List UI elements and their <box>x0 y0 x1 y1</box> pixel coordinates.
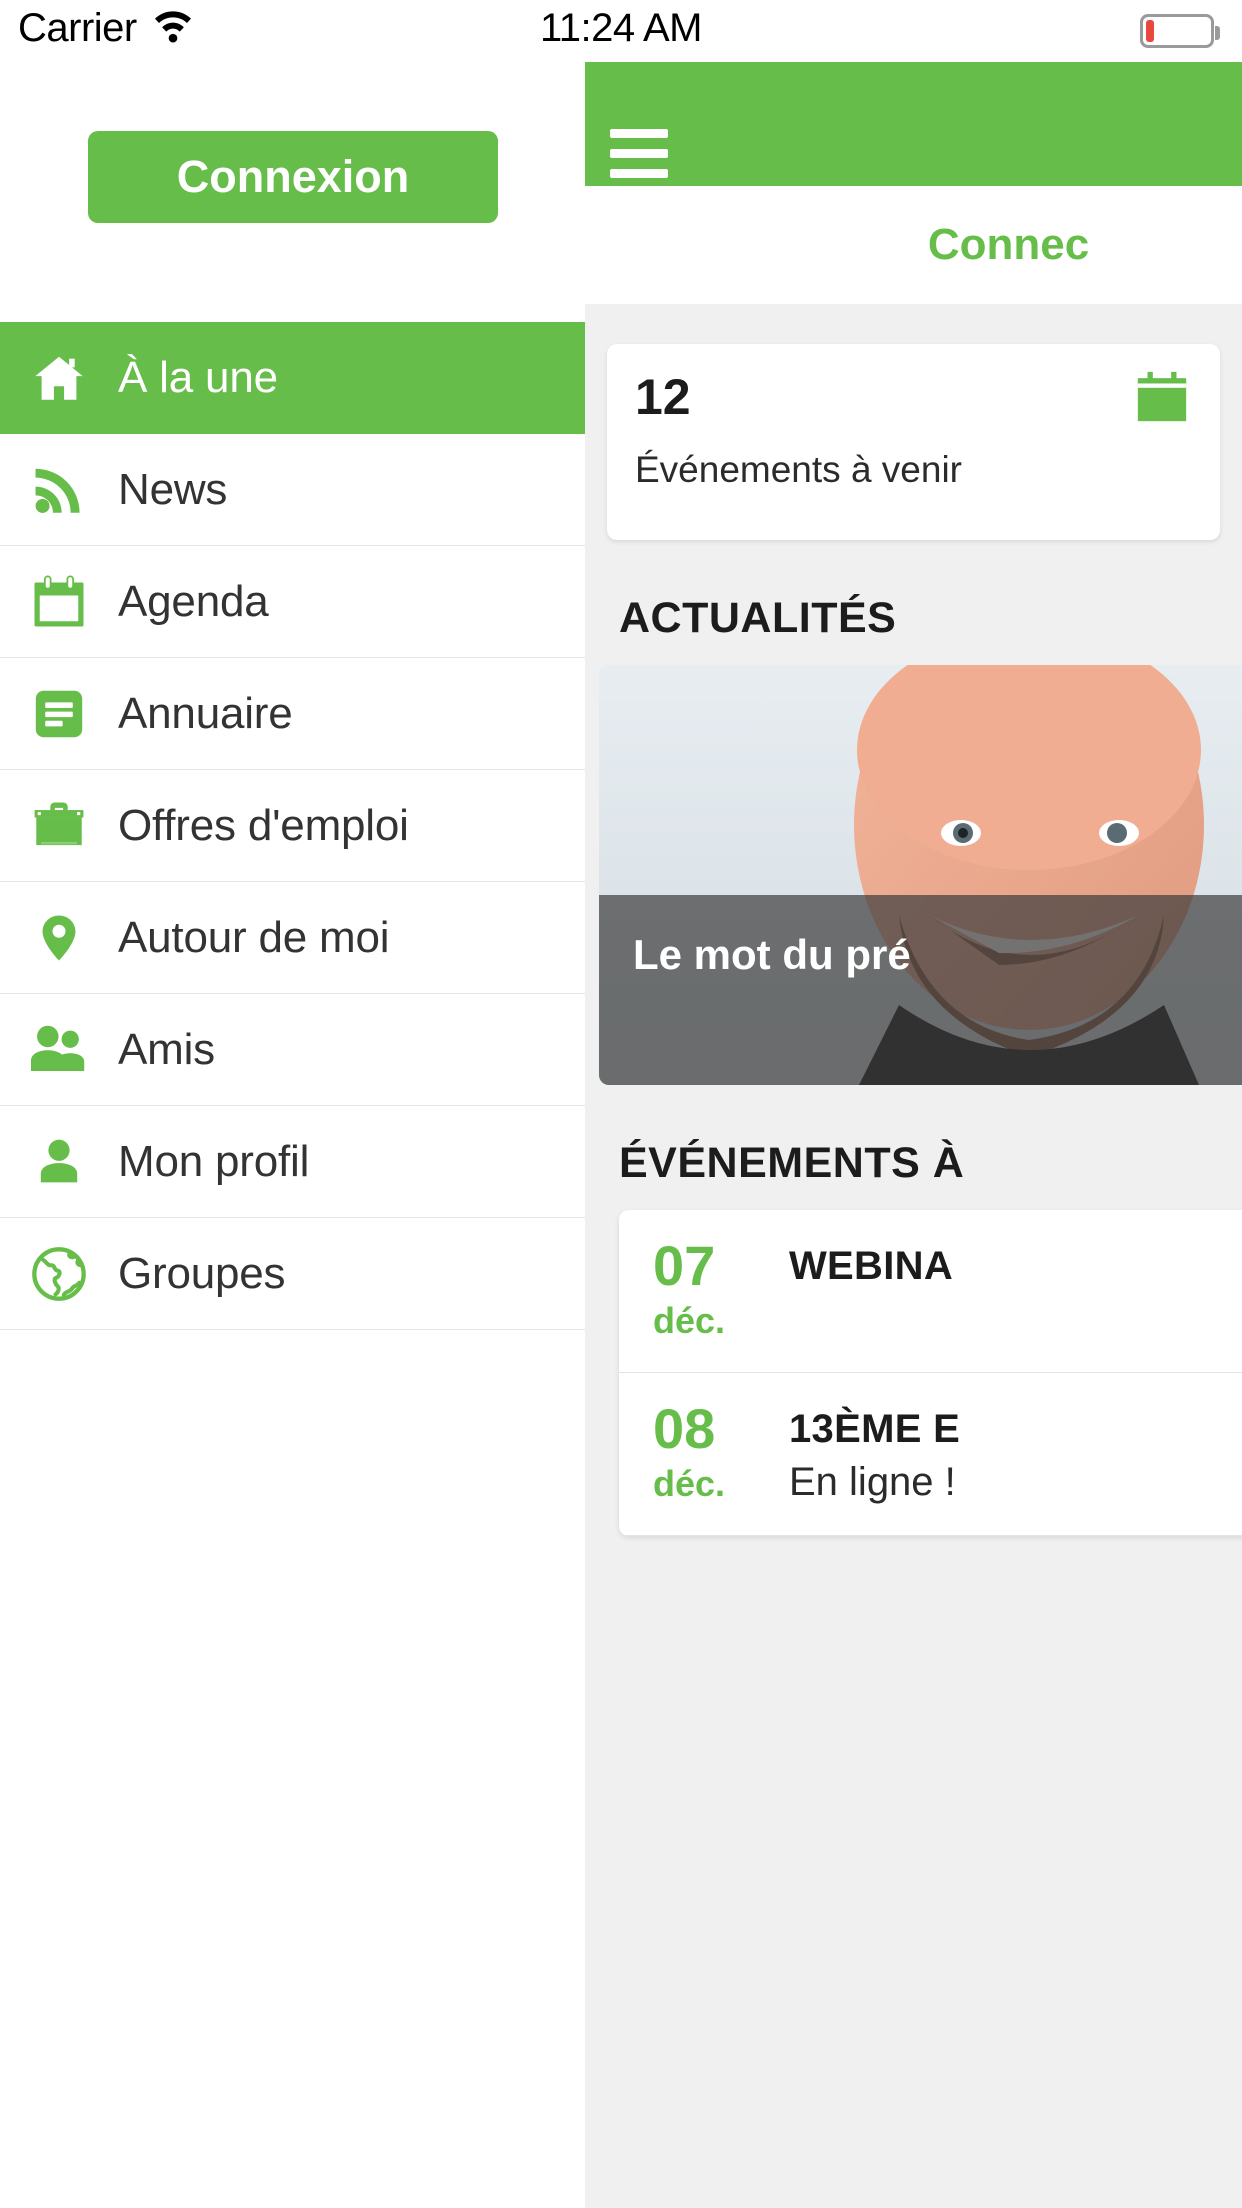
app-screen: Connec 12 Événements à venir ACTUALITÉS <box>0 0 1242 2208</box>
status-bar: Carrier 11:24 AM <box>0 0 1242 62</box>
header-login-bar: Connec <box>585 186 1242 304</box>
event-info: WEBINA <box>789 1238 953 1289</box>
sidebar-menu: À la une News Agenda Annuaire Offres d'e… <box>0 322 585 1330</box>
upcoming-events-stat-card[interactable]: 12 Événements à venir <box>607 344 1220 540</box>
event-name: WEBINA <box>789 1244 954 1288</box>
globe-icon <box>0 1245 118 1303</box>
sidebar-item-label: Annuaire <box>118 688 293 738</box>
sidebar-drawer: Connexion À la une News Agenda Annuaire … <box>0 62 585 2208</box>
stat-label: Événements à venir <box>635 449 963 490</box>
drawer-header: Connexion <box>0 62 585 322</box>
sidebar-item-label: Groupes <box>118 1248 286 1298</box>
sidebar-item-label: Offres d'emploi <box>118 800 409 850</box>
battery-low-icon <box>1140 14 1220 48</box>
briefcase-icon <box>0 797 118 855</box>
event-day: 08 <box>653 1397 716 1460</box>
person-icon <box>0 1134 118 1190</box>
event-subtitle: En ligne ! <box>789 1460 956 1504</box>
clock-label: 11:24 AM <box>539 6 703 50</box>
event-info: 13ÈME E En ligne ! <box>789 1401 960 1505</box>
sidebar-item-autour-de-moi[interactable]: Autour de moi <box>0 882 585 994</box>
news-overlay: Le mot du pré <box>599 895 1242 1085</box>
rss-icon <box>0 461 118 519</box>
map-pin-icon <box>0 907 118 969</box>
list-item[interactable]: 07 déc. WEBINA <box>619 1210 1242 1373</box>
sidebar-item-annuaire[interactable]: Annuaire <box>0 658 585 770</box>
drawer-empty-space <box>0 1330 585 2030</box>
sidebar-item-label: Agenda <box>118 576 269 626</box>
news-section-title: ACTUALITÉS <box>619 594 897 642</box>
hamburger-icon[interactable] <box>610 129 668 178</box>
sidebar-item-agenda[interactable]: Agenda <box>0 546 585 658</box>
news-card[interactable]: Le mot du pré <box>599 665 1242 1085</box>
header-login-link[interactable]: Connec <box>928 220 1089 270</box>
calendar-icon <box>1132 368 1192 431</box>
event-month: déc. <box>653 1300 726 1341</box>
event-name: 13ÈME E <box>789 1407 961 1451</box>
content-body: 12 Événements à venir ACTUALITÉS Le mot … <box>585 304 1242 1536</box>
event-day: 07 <box>653 1234 716 1297</box>
event-date: 08 déc. <box>653 1401 789 1505</box>
sidebar-item-offres-demploi[interactable]: Offres d'emploi <box>0 770 585 882</box>
news-title: Le mot du pré <box>633 931 911 978</box>
home-icon <box>0 349 118 407</box>
sidebar-item-a-la-une[interactable]: À la une <box>0 322 585 434</box>
directory-icon <box>0 685 118 743</box>
event-date: 07 déc. <box>653 1238 789 1342</box>
sidebar-item-mon-profil[interactable]: Mon profil <box>0 1106 585 1218</box>
sidebar-item-groupes[interactable]: Groupes <box>0 1218 585 1330</box>
events-section-title: ÉVÉNEMENTS À <box>619 1139 965 1187</box>
events-list: 07 déc. WEBINA 08 déc. 13ÈME E En ligne … <box>619 1210 1242 1536</box>
sidebar-item-label: Amis <box>118 1024 215 1074</box>
sidebar-item-label: À la une <box>118 352 278 402</box>
stat-number: 12 <box>635 369 691 425</box>
event-month: déc. <box>653 1463 726 1504</box>
sidebar-item-news[interactable]: News <box>0 434 585 546</box>
login-button[interactable]: Connexion <box>88 131 498 223</box>
calendar-icon <box>0 572 118 632</box>
sidebar-item-label: News <box>118 464 228 514</box>
people-icon <box>0 1022 118 1078</box>
main-content-panel: Connec 12 Événements à venir ACTUALITÉS <box>585 31 1242 2208</box>
sidebar-item-amis[interactable]: Amis <box>0 994 585 1106</box>
sidebar-item-label: Autour de moi <box>118 912 390 962</box>
list-item[interactable]: 08 déc. 13ÈME E En ligne ! <box>619 1373 1242 1536</box>
sidebar-item-label: Mon profil <box>118 1136 310 1186</box>
